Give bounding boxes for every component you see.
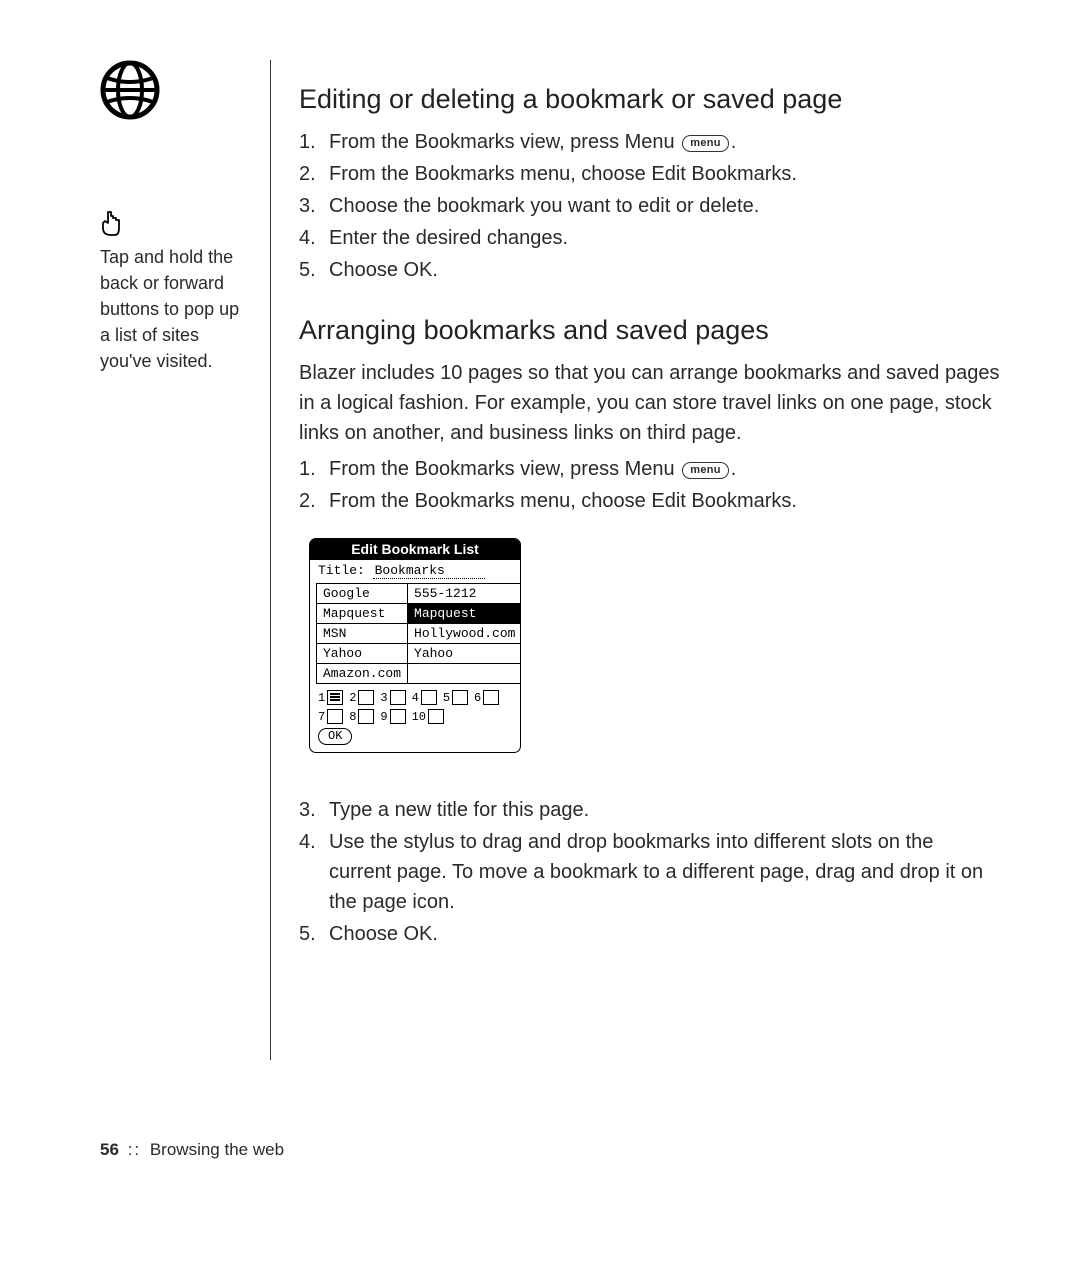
bookmark-cell[interactable]: Mapquest <box>317 604 408 624</box>
bookmark-cell[interactable]: 555-1212 <box>408 584 521 604</box>
bookmark-cell[interactable]: Yahoo <box>317 644 408 664</box>
list-item: 5.Choose OK. <box>299 255 1000 285</box>
ok-button[interactable]: OK <box>318 728 352 745</box>
globe-icon <box>100 60 250 120</box>
main-content: Editing or deleting a bookmark or saved … <box>271 60 1000 959</box>
list-item: 2.From the Bookmarks menu, choose Edit B… <box>299 159 1000 189</box>
title-field-row: Title: Bookmarks <box>310 560 520 579</box>
page-icon[interactable]: 4 <box>412 690 437 705</box>
page-icon[interactable]: 7 <box>318 709 343 724</box>
arrange-steps-a: 1.From the Bookmarks view, press Menu me… <box>299 454 1000 516</box>
arrange-steps-b: 3.Type a new title for this page.4.Use t… <box>299 795 1000 949</box>
list-item: 4.Use the stylus to drag and drop bookma… <box>299 827 1000 917</box>
page-icon[interactable]: 9 <box>380 709 405 724</box>
dialog-title: Edit Bookmark List <box>310 539 520 560</box>
tip-block: Tap and hold the back or forward buttons… <box>100 210 250 374</box>
bookmark-cell[interactable]: Hollywood.com <box>408 624 521 644</box>
page-icon[interactable]: 1 <box>318 690 343 705</box>
list-item: 3.Choose the bookmark you want to edit o… <box>299 191 1000 221</box>
page-icon[interactable]: 5 <box>443 690 468 705</box>
bookmark-cell[interactable]: MSN <box>317 624 408 644</box>
page-icon[interactable]: 3 <box>380 690 405 705</box>
list-item: 1.From the Bookmarks view, press Menu me… <box>299 127 1000 157</box>
page-footer: 56 :: Browsing the web <box>100 1140 284 1160</box>
list-item: 3.Type a new title for this page. <box>299 795 1000 825</box>
page-icon[interactable]: 10 <box>412 709 444 724</box>
page-icon[interactable]: 8 <box>349 709 374 724</box>
page-icon[interactable]: 2 <box>349 690 374 705</box>
bookmark-cell[interactable]: Yahoo <box>408 644 521 664</box>
menu-button-icon: menu <box>682 135 729 152</box>
list-item: 2.From the Bookmarks menu, choose Edit B… <box>299 486 1000 516</box>
bookmark-grid: Google555-1212MapquestMapquestMSNHollywo… <box>316 583 521 684</box>
sidebar: Tap and hold the back or forward buttons… <box>100 60 270 374</box>
title-field-label: Title: <box>318 563 365 578</box>
bookmark-cell[interactable]: Amazon.com <box>317 664 408 684</box>
pointer-icon <box>100 210 250 238</box>
bookmark-cell[interactable] <box>408 664 521 684</box>
menu-button-icon: menu <box>682 462 729 479</box>
footer-title: Browsing the web <box>150 1140 284 1159</box>
title-field-value[interactable]: Bookmarks <box>373 563 485 579</box>
bookmark-cell[interactable]: Mapquest <box>408 604 521 624</box>
footer-separator: :: <box>128 1140 141 1159</box>
edit-bookmark-list-dialog: Edit Bookmark List Title: Bookmarks Goog… <box>309 538 521 753</box>
list-item: 4.Enter the desired changes. <box>299 223 1000 253</box>
page-icon-strip: 123456 789 10 <box>310 684 520 728</box>
bookmark-cell[interactable]: Google <box>317 584 408 604</box>
edit-steps: 1.From the Bookmarks view, press Menu me… <box>299 127 1000 285</box>
page-icon[interactable]: 6 <box>474 690 499 705</box>
list-item: 5.Choose OK. <box>299 919 1000 949</box>
heading-arranging: Arranging bookmarks and saved pages <box>299 315 1000 346</box>
list-item: 1.From the Bookmarks view, press Menu me… <box>299 454 1000 484</box>
arranging-intro: Blazer includes 10 pages so that you can… <box>299 358 1000 448</box>
page-number: 56 <box>100 1140 119 1159</box>
tip-text: Tap and hold the back or forward buttons… <box>100 244 250 374</box>
heading-editing: Editing or deleting a bookmark or saved … <box>299 84 1000 115</box>
